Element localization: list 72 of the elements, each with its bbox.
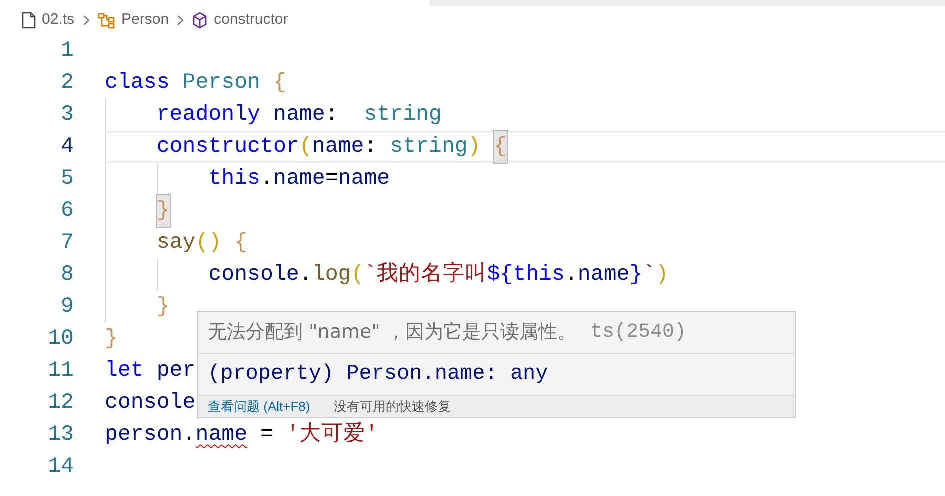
code-token: let bbox=[105, 358, 145, 385]
type-signature: (property) Person.name: any bbox=[208, 362, 548, 388]
code-token: name bbox=[273, 166, 326, 193]
breadcrumb-item[interactable]: 02.ts bbox=[42, 9, 75, 32]
code-token: log bbox=[312, 262, 352, 289]
line-number: 13 bbox=[47, 422, 74, 449]
code-token: { bbox=[273, 70, 286, 97]
code-token: this bbox=[513, 262, 565, 289]
line-number: 1 bbox=[60, 38, 74, 65]
code-token: . bbox=[564, 262, 578, 289]
code-token: name bbox=[578, 262, 630, 289]
line-number: 12 bbox=[47, 390, 74, 417]
breadcrumb-item[interactable]: Person bbox=[122, 9, 170, 32]
error-token: name bbox=[196, 422, 248, 449]
code-token: = bbox=[325, 166, 338, 193]
line-number: 14 bbox=[47, 454, 74, 481]
line-number: 10 bbox=[47, 326, 74, 353]
code-token: console bbox=[208, 262, 300, 289]
code-token: name bbox=[312, 134, 364, 161]
code-token: } bbox=[156, 294, 170, 321]
code-token: per bbox=[156, 358, 196, 385]
code-token: console bbox=[105, 390, 196, 417]
line-number: 8 bbox=[60, 262, 74, 289]
code-token: readonly bbox=[156, 102, 262, 129]
code-token: : bbox=[325, 102, 340, 129]
code-token: { bbox=[494, 130, 507, 164]
file-icon bbox=[22, 12, 36, 29]
code-token: class bbox=[105, 70, 171, 97]
code-token: { bbox=[234, 230, 248, 257]
chevron-icon bbox=[82, 15, 90, 26]
view-problem-link[interactable]: 查看问题 (Alt+F8) bbox=[208, 396, 310, 416]
code-token: ) bbox=[656, 262, 669, 289]
code-token: constructor bbox=[156, 134, 300, 161]
code-token: Person bbox=[182, 70, 262, 97]
code-token: : bbox=[364, 134, 378, 161]
line-number: 4 bbox=[60, 134, 74, 161]
class-icon bbox=[98, 12, 116, 28]
error-message: 无法分配到 "name" ，因为它是只读属性。 bbox=[208, 320, 576, 346]
error-code: ts(2540) bbox=[590, 320, 686, 346]
code-token: name bbox=[273, 102, 326, 129]
line-number: 2 bbox=[60, 70, 74, 97]
code-token: } bbox=[105, 326, 118, 353]
line-number: 3 bbox=[60, 102, 74, 129]
code-token: person bbox=[105, 422, 183, 449]
chevron-icon bbox=[177, 15, 184, 26]
line-number: 7 bbox=[60, 230, 74, 257]
line-number: 5 bbox=[60, 166, 74, 193]
code-token: . bbox=[299, 262, 312, 289]
code-token: string bbox=[390, 134, 468, 161]
code-token: } bbox=[156, 194, 170, 228]
code-token: . bbox=[260, 166, 274, 193]
code-token: `我的名字叫 bbox=[364, 260, 488, 289]
cube-icon bbox=[192, 12, 208, 29]
line-number: 6 bbox=[60, 198, 74, 225]
code-token: ) bbox=[468, 134, 482, 161]
code-token: . bbox=[182, 422, 196, 449]
line-number: 9 bbox=[60, 294, 74, 321]
code-token: ${ bbox=[487, 262, 514, 289]
code-token: name bbox=[338, 166, 390, 193]
breadcrumb-item[interactable]: constructor bbox=[214, 9, 288, 32]
code-token: } bbox=[630, 262, 643, 289]
code-token: ` bbox=[642, 262, 656, 289]
code-token: say bbox=[156, 230, 196, 257]
code-token: = bbox=[260, 422, 274, 449]
code-token: this bbox=[208, 166, 261, 193]
code-token: ( bbox=[351, 262, 364, 289]
code-token: '大可爱' bbox=[286, 421, 378, 449]
line-number: 11 bbox=[47, 358, 74, 385]
quick-fix-note: 没有可用的快速修复 bbox=[334, 398, 452, 416]
code-token: ( bbox=[299, 134, 312, 161]
code-token: () bbox=[196, 230, 223, 257]
code-token: string bbox=[364, 102, 442, 129]
